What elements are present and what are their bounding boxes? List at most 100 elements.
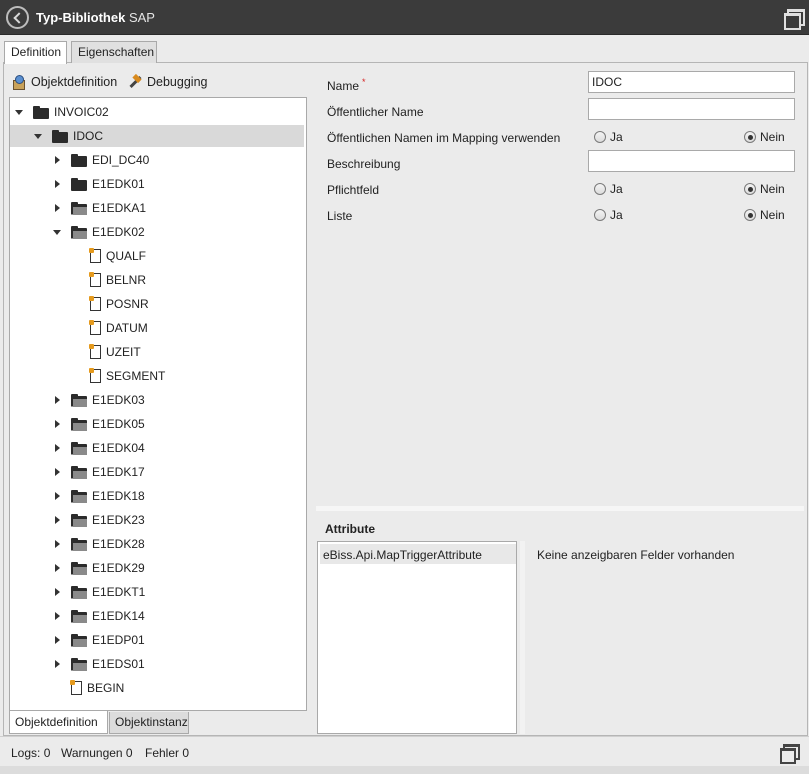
- object-tree[interactable]: INVOIC02 IDOC EDI_DC40 E1EDK01 E1EDKA1 E1EDK0…: [9, 97, 307, 711]
- tree-node[interactable]: SEGMENT: [10, 365, 306, 387]
- tree-node[interactable]: INVOIC02: [10, 101, 306, 123]
- collapsed-arrow-icon[interactable]: [51, 442, 63, 454]
- tree-node[interactable]: E1EDK04: [10, 437, 306, 459]
- attributes-title: Attribute: [325, 522, 375, 536]
- debugging-button[interactable]: Debugging: [127, 73, 207, 91]
- tab-objektinstanz[interactable]: Objektinstanz: [109, 712, 189, 734]
- collapsed-arrow-icon[interactable]: [51, 610, 63, 622]
- status-logs: Logs: 0: [11, 746, 51, 760]
- tree-node-label: QUALF: [106, 249, 147, 263]
- radio-ja-icon: [594, 131, 606, 143]
- tree-node-label: E1EDK03: [92, 393, 145, 407]
- tree-node[interactable]: E1EDKT1: [10, 581, 306, 603]
- collapsed-arrow-icon[interactable]: [51, 514, 63, 526]
- tree-node[interactable]: E1EDK17: [10, 461, 306, 483]
- folder-inner: [73, 230, 87, 239]
- expanded-arrow-icon[interactable]: [51, 226, 63, 238]
- tree-node-label: POSNR: [106, 297, 149, 311]
- collapsed-arrow-icon[interactable]: [51, 418, 63, 430]
- tree-node-label: BELNR: [106, 273, 147, 287]
- tree-node[interactable]: E1EDK01: [10, 173, 306, 195]
- panel-splitter[interactable]: [316, 506, 804, 511]
- tree-node[interactable]: BEGIN: [10, 677, 306, 699]
- folder-icon: [71, 153, 87, 167]
- collapsed-arrow-icon[interactable]: [51, 562, 63, 574]
- tree-node[interactable]: E1EDS01: [10, 653, 306, 675]
- tree-node[interactable]: E1EDK28: [10, 533, 306, 555]
- use-public-name-label: Öffentlichen Namen im Mapping verwenden: [327, 131, 561, 145]
- tree-node[interactable]: E1EDK05: [10, 413, 306, 435]
- required-nein-radio[interactable]: Nein: [744, 182, 785, 196]
- collapsed-arrow-icon[interactable]: [51, 202, 63, 214]
- attributes-splitter[interactable]: [520, 541, 525, 734]
- collapsed-arrow-icon[interactable]: [51, 538, 63, 550]
- collapsed-arrow-icon[interactable]: [51, 634, 63, 646]
- restore-panel-icon[interactable]: [780, 744, 800, 764]
- list-nein-radio[interactable]: Nein: [744, 208, 785, 222]
- collapsed-arrow-icon[interactable]: [51, 586, 63, 598]
- radio-ja-label: Ja: [610, 182, 623, 196]
- collapsed-arrow-icon[interactable]: [51, 394, 63, 406]
- collapsed-arrow-icon[interactable]: [51, 466, 63, 478]
- tree-node-label: E1EDK05: [92, 417, 145, 431]
- collapsed-arrow-icon[interactable]: [51, 178, 63, 190]
- collapsed-arrow-icon[interactable]: [51, 658, 63, 670]
- objektdefinition-button[interactable]: Objektdefinition: [11, 73, 117, 91]
- radio-ja-label: Ja: [610, 130, 623, 144]
- tree-node[interactable]: IDOC: [10, 125, 304, 147]
- tab-definition[interactable]: Definition: [4, 41, 67, 64]
- description-input[interactable]: [588, 150, 795, 172]
- collapsed-arrow-icon[interactable]: [51, 490, 63, 502]
- tree-node[interactable]: E1EDK29: [10, 557, 306, 579]
- tree-node[interactable]: E1EDK14: [10, 605, 306, 627]
- use-public-name-ja-radio[interactable]: Ja: [594, 130, 623, 144]
- folder-inner: [73, 518, 87, 527]
- back-arrow-icon[interactable]: [6, 6, 29, 29]
- tree-node-label: BEGIN: [87, 681, 125, 695]
- restore-window-icon[interactable]: [784, 9, 805, 30]
- tab-objektdefinition[interactable]: Objektdefinition: [9, 711, 108, 734]
- tree-node-label: E1EDK04: [92, 441, 145, 455]
- folder-icon: [33, 105, 49, 119]
- required-ja-radio[interactable]: Ja: [594, 182, 623, 196]
- hammer-icon: [127, 75, 142, 90]
- document-icon: [89, 248, 101, 263]
- attribute-item[interactable]: eBiss.Api.MapTriggerAttribute: [320, 544, 516, 564]
- tree-node[interactable]: E1EDK18: [10, 485, 306, 507]
- debugging-label: Debugging: [147, 75, 208, 89]
- radio-nein-icon: [744, 131, 756, 143]
- expanded-arrow-icon[interactable]: [13, 106, 25, 118]
- tree-node[interactable]: E1EDK03: [10, 389, 306, 411]
- tree-node[interactable]: E1EDK23: [10, 509, 306, 531]
- tree-node[interactable]: E1EDKA1: [10, 197, 306, 219]
- use-public-name-nein-radio[interactable]: Nein: [744, 130, 785, 144]
- list-ja-radio[interactable]: Ja: [594, 208, 623, 222]
- tree-node[interactable]: POSNR: [10, 293, 306, 315]
- folder-inner: [73, 614, 87, 623]
- name-input[interactable]: [588, 71, 795, 93]
- tree-node[interactable]: BELNR: [10, 269, 306, 291]
- expanded-arrow-icon[interactable]: [32, 130, 44, 142]
- folder-inner: [73, 590, 87, 599]
- title-bold: Typ-Bibliothek: [36, 10, 126, 25]
- tree-node[interactable]: DATUM: [10, 317, 306, 339]
- folder-inner: [73, 494, 87, 503]
- collapsed-arrow-icon[interactable]: [51, 154, 63, 166]
- tree-node[interactable]: E1EDP01: [10, 629, 306, 651]
- folder-icon: [71, 657, 87, 671]
- folder-inner: [73, 206, 87, 215]
- folder-inner: [73, 446, 87, 455]
- window-bottom-edge: [0, 766, 809, 774]
- attributes-list[interactable]: eBiss.Api.MapTriggerAttribute: [317, 541, 517, 734]
- tree-node[interactable]: UZEIT: [10, 341, 306, 363]
- tree-node-label: INVOIC02: [54, 105, 109, 119]
- tab-eigenschaften[interactable]: Eigenschaften: [71, 41, 157, 63]
- tree-node[interactable]: E1EDK02: [10, 221, 306, 243]
- public-name-input[interactable]: [588, 98, 795, 120]
- document-icon: [89, 320, 101, 335]
- document-icon: [89, 296, 101, 311]
- tree-node[interactable]: EDI_DC40: [10, 149, 306, 171]
- document-icon: [70, 680, 82, 695]
- status-errors: Fehler 0: [145, 746, 190, 760]
- tree-node[interactable]: QUALF: [10, 245, 306, 267]
